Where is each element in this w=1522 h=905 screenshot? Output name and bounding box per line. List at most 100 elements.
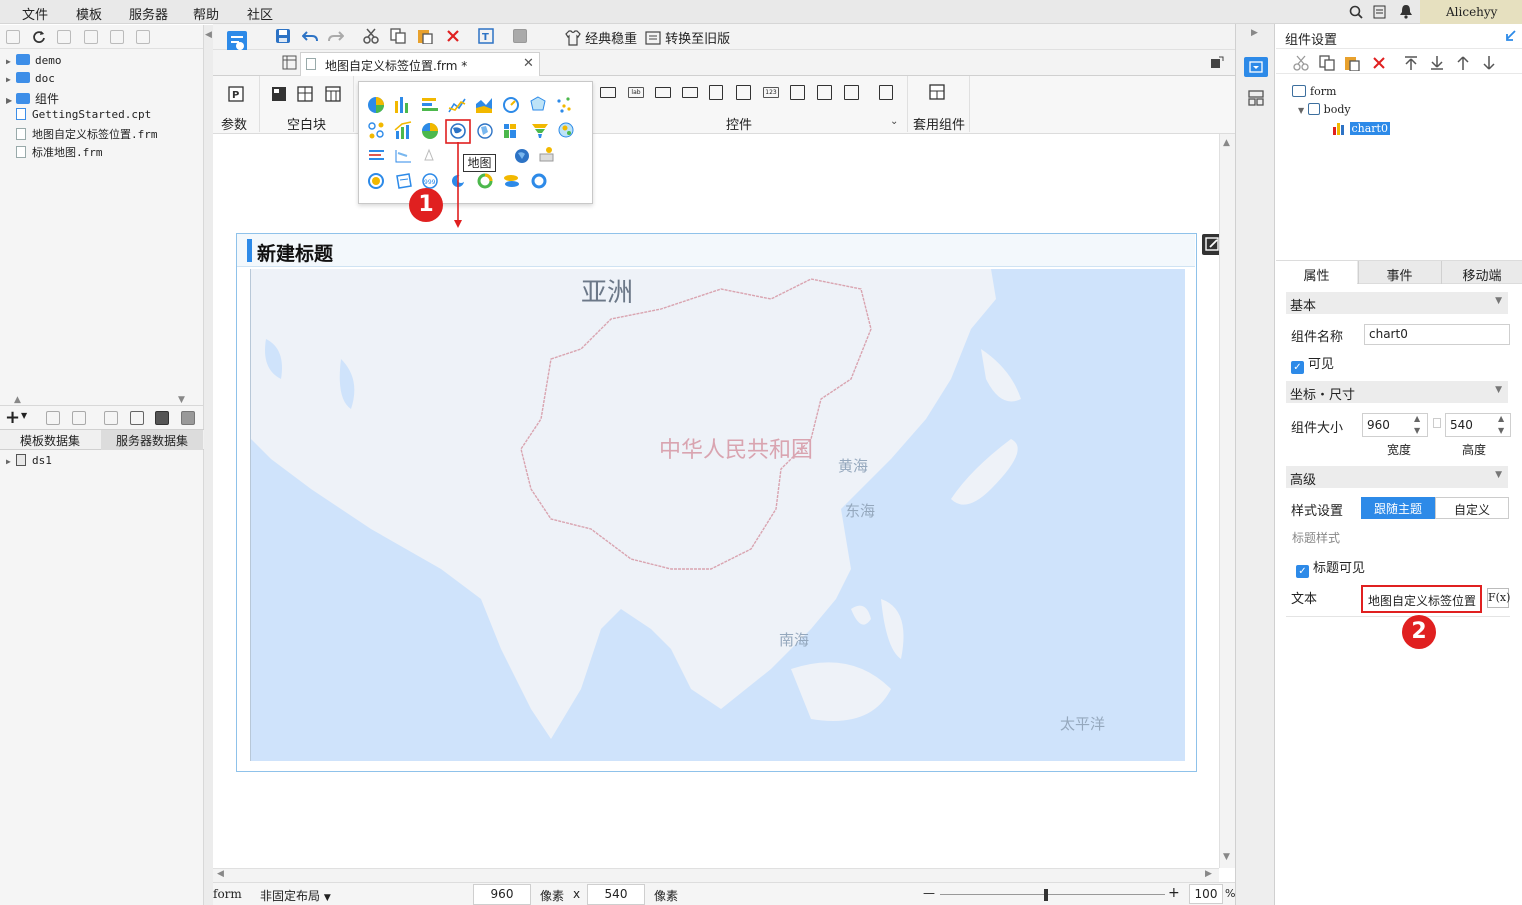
- title-text-input[interactable]: 地图自定义标签位置: [1361, 585, 1482, 613]
- number-control-icon[interactable]: 123: [763, 87, 779, 98]
- tab-menu-icon[interactable]: [1210, 56, 1224, 70]
- delete-icon[interactable]: [1371, 55, 1387, 71]
- zoom-out-button[interactable]: —: [923, 886, 935, 900]
- database-icon[interactable]: [155, 411, 169, 425]
- copy-icon[interactable]: [1319, 55, 1335, 71]
- preview-icon[interactable]: T: [478, 28, 494, 44]
- height-stepper[interactable]: ▲ ▼: [1498, 413, 1504, 437]
- tab-server-dataset[interactable]: 服务器数据集: [101, 430, 203, 450]
- map-chart[interactable]: 亚洲 中华人民共和国 黄海 东海 南海 太平洋: [250, 269, 1185, 761]
- template-icon[interactable]: [57, 30, 71, 44]
- section-basic[interactable]: 基本 ▼: [1286, 292, 1508, 314]
- tab-template-dataset[interactable]: 模板数据集: [0, 432, 100, 450]
- add-dataset-icon[interactable]: +: [5, 407, 20, 428]
- zoom-slider[interactable]: [940, 894, 1165, 895]
- tree-item-components[interactable]: ▶ 组件: [6, 90, 59, 106]
- tab-block-icon[interactable]: [297, 86, 313, 102]
- name-input[interactable]: chart0: [1364, 324, 1510, 345]
- formula-button[interactable]: F(x): [1487, 588, 1510, 608]
- undo-icon[interactable]: [302, 28, 318, 44]
- tree-item-ds1[interactable]: ▶ ds1: [6, 454, 52, 470]
- menu-template[interactable]: 模板: [76, 4, 102, 23]
- lock-icon[interactable]: [1433, 418, 1441, 428]
- delete-dataset-icon[interactable]: [72, 411, 86, 425]
- zoom-in-button[interactable]: +: [1168, 885, 1180, 901]
- title-visible-checkbox[interactable]: ✓ 标题可见: [1296, 557, 1365, 578]
- move-up-icon[interactable]: [1455, 55, 1471, 71]
- param-widget[interactable]: P 参数: [221, 76, 259, 133]
- chevron-down-icon[interactable]: ⌄: [890, 116, 898, 127]
- splitter[interactable]: ▲ ▼: [0, 395, 203, 405]
- tree-item-gettingstarted[interactable]: GettingStarted.cpt: [6, 108, 151, 124]
- refresh-icon[interactable]: [32, 30, 46, 44]
- copy-icon[interactable]: [136, 30, 150, 44]
- menu-help[interactable]: 帮助: [193, 4, 219, 23]
- query-control-icon[interactable]: [879, 85, 893, 100]
- section-coord-size[interactable]: 坐标・尺寸 ▼: [1286, 381, 1508, 403]
- widget-settings-dock-button[interactable]: [1244, 57, 1268, 77]
- checkbox-group-icon[interactable]: [844, 85, 859, 100]
- combo-control-icon[interactable]: [682, 87, 698, 98]
- absolute-block-icon[interactable]: [271, 86, 287, 102]
- tab-properties[interactable]: 属性: [1276, 261, 1357, 284]
- zoom-input[interactable]: 100: [1189, 884, 1223, 904]
- style-follow-theme-button[interactable]: 跟随主题: [1361, 497, 1435, 519]
- layout-select[interactable]: 非固定布局 ▼: [260, 887, 331, 904]
- move-down-icon[interactable]: [1481, 55, 1497, 71]
- redo-icon[interactable]: [328, 28, 344, 44]
- close-tab-icon[interactable]: ✕: [523, 56, 534, 71]
- date-control-icon[interactable]: [736, 85, 751, 100]
- classic-theme-button[interactable]: 经典稳重: [565, 28, 637, 47]
- canvas-height-input[interactable]: 540: [587, 884, 645, 905]
- copy-icon[interactable]: [390, 28, 406, 44]
- convert-legacy-button[interactable]: 转换至旧版: [645, 28, 730, 47]
- bell-icon[interactable]: [1399, 4, 1413, 19]
- notes-icon[interactable]: [1373, 5, 1387, 19]
- canvas-width-input[interactable]: 960: [473, 884, 531, 905]
- textarea-control-icon[interactable]: [790, 85, 805, 100]
- tree-item-doc[interactable]: ▶ doc: [6, 72, 55, 88]
- textbox-control-icon[interactable]: [655, 87, 671, 98]
- tree-control-icon[interactable]: [709, 85, 723, 100]
- delete-icon[interactable]: [110, 30, 124, 44]
- settings-icon[interactable]: [84, 30, 98, 44]
- server-db-icon[interactable]: [181, 411, 195, 425]
- preview-icon[interactable]: [104, 411, 118, 425]
- menu-community[interactable]: 社区: [247, 4, 273, 23]
- tree-item-demo[interactable]: ▶ demo: [6, 54, 62, 70]
- dock-icon[interactable]: [1504, 30, 1516, 42]
- save-icon[interactable]: [275, 28, 291, 44]
- edit-icon[interactable]: [46, 411, 60, 425]
- button-control-icon[interactable]: [600, 87, 616, 98]
- cut-icon[interactable]: [363, 28, 379, 44]
- chart-widget[interactable]: 新建标题 亚洲 中华人民共和国 黄海 东海 南海 太平洋: [236, 233, 1197, 772]
- layout-dock-icon[interactable]: [1248, 90, 1264, 106]
- tab-mobile[interactable]: 移动端: [1441, 261, 1522, 284]
- apply-widget-button[interactable]: 套用组件: [911, 76, 967, 133]
- visible-checkbox[interactable]: ✓ 可见: [1291, 353, 1334, 374]
- zoom-slider-handle[interactable]: [1044, 889, 1048, 901]
- tree-item-standard-map-frm[interactable]: 标准地图.frm: [6, 144, 103, 160]
- radio-group-icon[interactable]: [817, 85, 832, 100]
- width-stepper[interactable]: ▲ ▼: [1414, 413, 1420, 437]
- move-top-icon[interactable]: [1403, 55, 1419, 71]
- section-advanced[interactable]: 高级 ▼: [1286, 466, 1508, 488]
- horizontal-scrollbar[interactable]: ◀ ▶: [213, 868, 1219, 882]
- menu-server[interactable]: 服务器: [129, 4, 168, 23]
- widget-tree-body[interactable]: ▼ body: [1298, 103, 1351, 116]
- search-icon[interactable]: [1349, 5, 1363, 19]
- move-bottom-icon[interactable]: [1429, 55, 1445, 71]
- vertical-scrollbar[interactable]: ▲ ▼: [1219, 134, 1235, 868]
- user-area[interactable]: Alicehyy: [1420, 0, 1522, 24]
- tab-events[interactable]: 事件: [1358, 261, 1440, 284]
- widget-tree-chart0[interactable]: chart0: [1332, 121, 1390, 135]
- tab-document[interactable]: 地图自定义标签位置.frm * ✕: [300, 52, 540, 76]
- menu-file[interactable]: 文件: [22, 4, 48, 23]
- dataset-icon[interactable]: [130, 411, 144, 425]
- layout-block-icon[interactable]: [325, 86, 341, 102]
- new-folder-icon[interactable]: [6, 30, 20, 44]
- left-splitter[interactable]: ◀: [204, 25, 213, 905]
- widget-tree-form[interactable]: form: [1292, 85, 1336, 98]
- grid-icon[interactable]: [282, 55, 297, 70]
- tree-item-map-custom-frm[interactable]: 地图自定义标签位置.frm: [6, 126, 158, 142]
